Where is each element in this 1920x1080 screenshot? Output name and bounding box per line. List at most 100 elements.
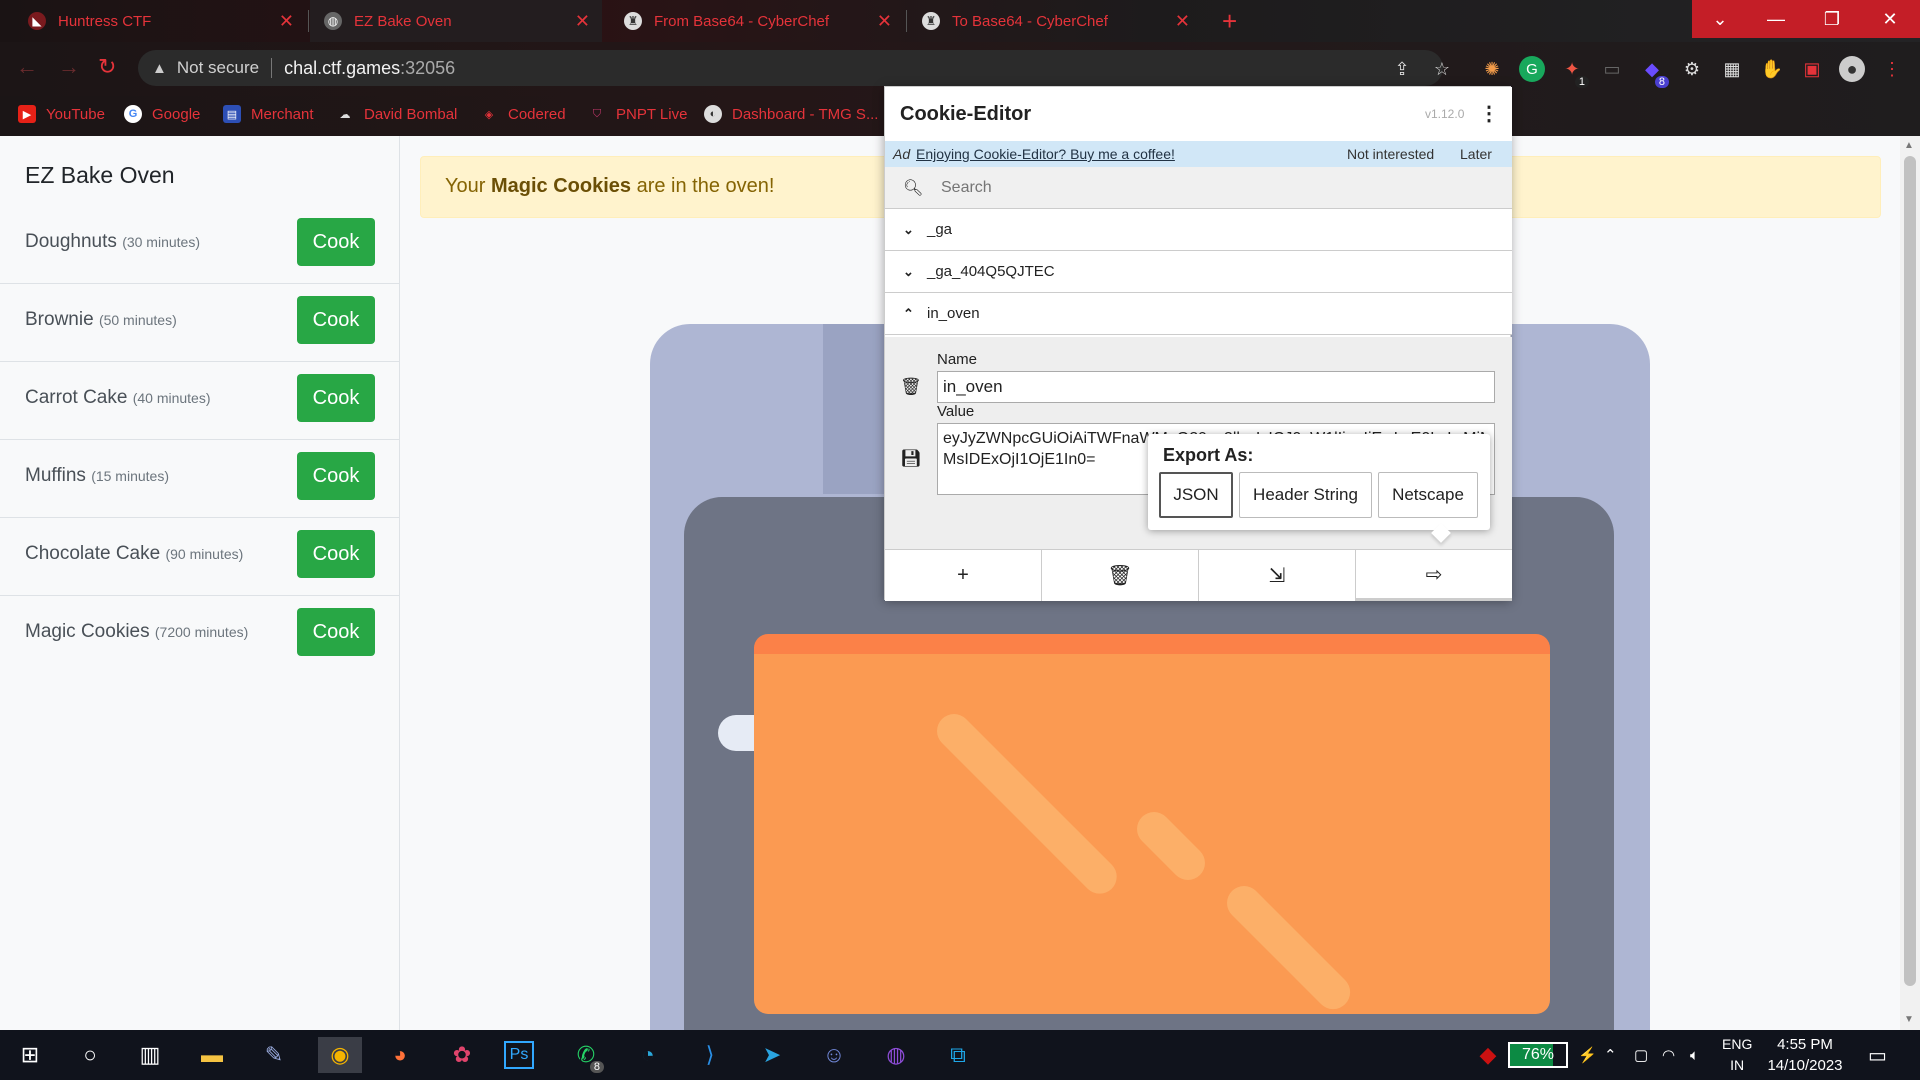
browser-menu-icon[interactable]: ⋮	[1879, 56, 1905, 82]
reload-icon[interactable]: ↻	[98, 54, 116, 80]
cookie-row-ga-404q5qjtec[interactable]: ⌄ _ga_404Q5QJTEC	[885, 251, 1512, 293]
close-tab-icon[interactable]: ✕	[279, 11, 294, 32]
tab-search-chevron-icon[interactable]: ⌄	[1692, 0, 1748, 38]
not-interested-link[interactable]: Not interested	[1347, 146, 1434, 162]
share-icon[interactable]: ⇪	[1389, 56, 1415, 82]
bookmark-codered[interactable]: ◈ Codered	[480, 105, 566, 123]
extension-icon[interactable]: ⚙	[1679, 56, 1705, 82]
podcast-icon[interactable]: ◍	[876, 1037, 916, 1073]
scroll-up-arrow-icon[interactable]: ▲	[1904, 140, 1914, 151]
volume-icon[interactable]: 🔈︎	[1690, 1030, 1699, 1080]
tab-to-base64[interactable]: ♜ To Base64 - CyberChef ✕	[908, 0, 1202, 42]
chrome-icon[interactable]: ◉	[318, 1037, 362, 1073]
notifications-icon[interactable]: ▭	[1868, 1030, 1887, 1080]
bookmark-david-bombal[interactable]: ☁ David Bombal	[336, 105, 458, 123]
meet-now-icon[interactable]: ▢	[1634, 1030, 1648, 1080]
cook-button[interactable]: Cook	[297, 452, 375, 500]
scroll-down-arrow-icon[interactable]: ▼	[1904, 1014, 1914, 1025]
extension-icon[interactable]: ✋	[1759, 56, 1785, 82]
search-input[interactable]	[941, 178, 1461, 197]
bookmark-pnpt-live[interactable]: ⛉ PNPT Live	[588, 105, 688, 123]
cook-button[interactable]: Cook	[297, 608, 375, 656]
bookmark-youtube[interactable]: ▶ YouTube	[18, 105, 105, 123]
scroll-thumb[interactable]	[1904, 156, 1916, 986]
page-scrollbar[interactable]: ▲ ▼	[1900, 136, 1920, 1030]
remote-desktop-icon[interactable]: ⧉	[938, 1037, 978, 1073]
close-tab-icon[interactable]: ✕	[575, 11, 590, 32]
trash-icon[interactable]: 🗑︎	[900, 377, 922, 397]
cyberchef-favicon-icon: ♜	[922, 12, 940, 30]
tab-from-base64[interactable]: ♜ From Base64 - CyberChef ✕	[610, 0, 904, 42]
file-explorer-icon[interactable]: ▬	[192, 1037, 232, 1073]
export-header-string-button[interactable]: Header String	[1239, 472, 1372, 518]
vscode-icon[interactable]: ⟩	[690, 1037, 730, 1073]
cookie-row-ga[interactable]: ⌄ _ga	[885, 209, 1512, 251]
more-options-icon[interactable]: ⋮	[1479, 101, 1499, 126]
extension-badge: 1	[1574, 76, 1589, 88]
save-icon[interactable]: 💾︎	[900, 449, 922, 469]
power-plug-icon[interactable]: ⚡	[1578, 1030, 1597, 1080]
colorful-app-icon[interactable]: ✿	[442, 1037, 482, 1073]
system-clock[interactable]: 4:55 PM 14/10/2023	[1750, 1034, 1860, 1076]
warning-triangle-icon[interactable]: ▲	[152, 60, 167, 77]
export-json-button[interactable]: JSON	[1159, 472, 1233, 518]
close-tab-icon[interactable]: ✕	[877, 11, 892, 32]
bookmark-dashboard[interactable]: ◐ Dashboard - TMG S...	[704, 105, 878, 123]
extension-icon[interactable]: ▭	[1599, 56, 1625, 82]
cook-button[interactable]: Cook	[297, 296, 375, 344]
qr-code-icon[interactable]: ▦	[1719, 56, 1745, 82]
edge-icon[interactable]: ◔	[628, 1037, 668, 1073]
wifi-icon[interactable]: ◠	[1662, 1030, 1675, 1080]
profile-avatar[interactable]: ●	[1839, 56, 1865, 82]
bookmark-label: David Bombal	[364, 105, 458, 123]
grammarly-extension-icon[interactable]: G	[1519, 56, 1545, 82]
export-icon[interactable]: ⇨	[1356, 550, 1512, 601]
cookie-row-in-oven[interactable]: ⌃ in_oven	[885, 293, 1512, 335]
extension-icon[interactable]: ▣	[1799, 56, 1825, 82]
cook-button[interactable]: Cook	[297, 218, 375, 266]
new-tab-button[interactable]: +	[1222, 6, 1237, 37]
photoshop-icon[interactable]: Ps	[504, 1041, 534, 1069]
cookie-editor-extension-icon[interactable]: ✺	[1479, 56, 1505, 82]
import-icon[interactable]: ⇲	[1199, 550, 1356, 601]
bookmark-merchant[interactable]: ▤ Merchant	[223, 105, 314, 123]
delete-all-icon[interactable]: 🗑︎	[1042, 550, 1199, 601]
close-tab-icon[interactable]: ✕	[1175, 11, 1190, 32]
recipe-item-magic-cookies: Magic Cookies (7200 minutes) Cook	[0, 596, 400, 674]
later-link[interactable]: Later	[1460, 146, 1492, 162]
tab-huntress-ctf[interactable]: ◣ Huntress CTF ✕	[14, 0, 306, 42]
security-status[interactable]: Not secure	[177, 58, 259, 78]
notepad-icon[interactable]: ✎	[254, 1037, 294, 1073]
extension-icon[interactable]: ◆ 8	[1639, 56, 1669, 88]
whatsapp-icon[interactable]: ✆ 8	[566, 1037, 606, 1073]
back-arrow-icon[interactable]: ←	[16, 54, 38, 80]
huntress-favicon-icon: ◣	[28, 12, 46, 30]
firefox-icon[interactable]: ◕	[380, 1037, 420, 1073]
bookmark-star-icon[interactable]: ☆	[1429, 56, 1455, 82]
discord-icon[interactable]: ☺	[814, 1037, 854, 1073]
language-indicator[interactable]: ENG IN	[1722, 1034, 1752, 1076]
bookmark-google[interactable]: G Google	[124, 105, 200, 123]
tab-ez-bake-oven[interactable]: ◍ EZ Bake Oven ✕	[310, 0, 602, 42]
ad-link[interactable]: Enjoying Cookie-Editor? Buy me a coffee!	[916, 146, 1175, 162]
close-window-button[interactable]: ✕	[1860, 0, 1920, 38]
cook-button[interactable]: Cook	[297, 530, 375, 578]
add-cookie-icon[interactable]: +	[885, 550, 1042, 601]
forward-arrow-icon[interactable]: →	[58, 54, 80, 80]
address-divider	[271, 58, 273, 78]
restore-button[interactable]: ❐	[1804, 0, 1860, 38]
battery-indicator[interactable]: 76%	[1508, 1042, 1568, 1068]
alert-highlight: Magic Cookies	[490, 175, 632, 197]
task-view-icon[interactable]: ▥	[130, 1037, 170, 1073]
telegram-icon[interactable]: ➤	[752, 1037, 792, 1073]
extension-icon[interactable]: ✦ 1	[1559, 56, 1589, 88]
search-icon[interactable]: ○	[70, 1037, 110, 1073]
show-hidden-icons[interactable]: ⌃	[1604, 1030, 1617, 1080]
minimize-button[interactable]: —	[1748, 0, 1804, 38]
address-bar[interactable]: ▲ Not secure chal.ctf.games :32056	[138, 50, 1443, 86]
export-netscape-button[interactable]: Netscape	[1378, 472, 1478, 518]
cook-button[interactable]: Cook	[297, 374, 375, 422]
cookie-name-field[interactable]	[937, 371, 1495, 403]
tray-security-icon[interactable]: ◆	[1468, 1037, 1508, 1073]
windows-start-icon[interactable]: ⊞	[10, 1037, 50, 1073]
